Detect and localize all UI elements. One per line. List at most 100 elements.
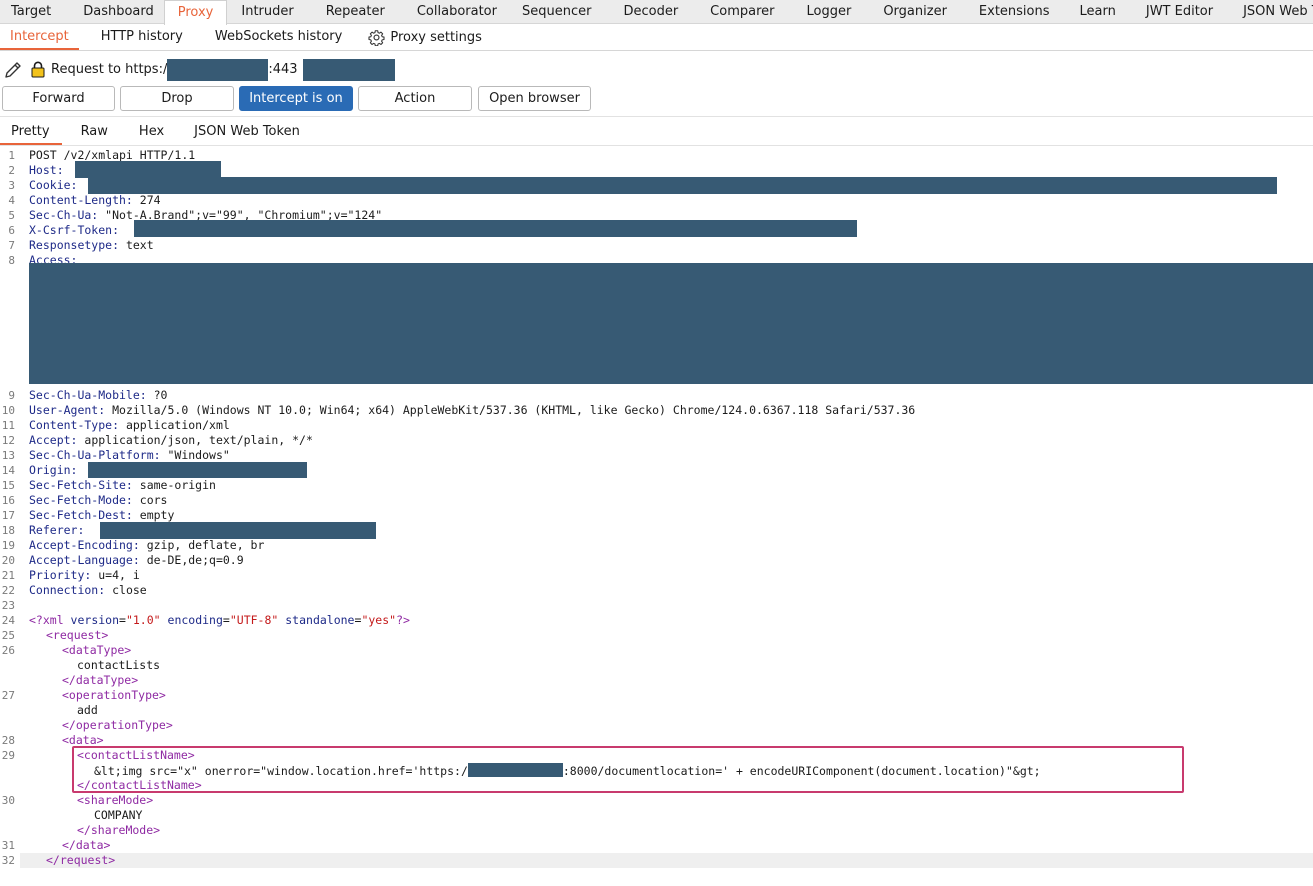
tab-jwt-editor[interactable]: JWT Editor <box>1127 0 1224 24</box>
header-key: Connection: <box>29 583 106 597</box>
header-key: Content-Length: <box>29 193 133 207</box>
xml-sharemode-close: </shareMode> <box>77 823 161 837</box>
header-key: Origin: <box>29 463 78 477</box>
drop-button[interactable]: Drop <box>120 86 234 111</box>
line-number: 16 <box>1 494 15 507</box>
tab-json-web-tokens[interactable]: JSON Web Tokens <box>1224 0 1313 24</box>
header-cookie: Cookie: <box>29 178 77 192</box>
tab-hex[interactable]: Hex <box>130 117 184 145</box>
header-key: Sec-Ch-Ua-Mobile: <box>29 388 147 402</box>
header-value: ?0 <box>146 388 168 402</box>
tab-sequencer[interactable]: Sequencer <box>508 0 602 24</box>
line-number: 23 <box>1 599 15 612</box>
xml-sharemode-value: COMPANY <box>94 808 143 822</box>
lock-icon <box>31 61 45 78</box>
line-number: 9 <box>8 389 15 402</box>
tab-collaborator[interactable]: Collaborator <box>396 0 508 24</box>
message-view-tabs: Pretty Raw Hex JSON Web Token <box>0 116 1313 146</box>
header-value: 274 <box>132 193 161 207</box>
header-origin: Origin: <box>29 463 77 477</box>
header-referer: Referer: <box>29 523 84 537</box>
pencil-icon[interactable] <box>3 60 23 80</box>
header-content-type: Content-Type: application/xml <box>29 418 230 432</box>
header-key: Priority: <box>29 568 92 582</box>
request-port: :443 <box>268 62 298 77</box>
header-key: X-Csrf-Token: <box>29 223 120 237</box>
header-value: text <box>119 238 154 252</box>
xml-data-open: <data> <box>62 733 104 747</box>
request-editor[interactable]: 1 2 3 4 5 6 7 8 9 10 11 12 13 14 15 16 1… <box>0 147 1313 886</box>
line-number: 19 <box>1 539 15 552</box>
tab-comparer[interactable]: Comparer <box>689 0 785 24</box>
tab-organizer[interactable]: Organizer <box>862 0 958 24</box>
line-number: 18 <box>1 524 15 537</box>
tab-target[interactable]: Target <box>0 0 62 24</box>
header-key: Cookie: <box>29 178 78 192</box>
tab-repeater[interactable]: Repeater <box>305 0 396 24</box>
action-button[interactable]: Action <box>358 86 472 111</box>
header-sec-fetch-mode: Sec-Fetch-Mode: cors <box>29 493 167 507</box>
header-accept-encoding: Accept-Encoding: gzip, deflate, br <box>29 538 264 552</box>
header-key: Sec-Fetch-Mode: <box>29 493 133 507</box>
line-number: 20 <box>1 554 15 567</box>
xml-operationtype-open: <operationType> <box>62 688 166 702</box>
top-tab-bar: Target Dashboard Proxy Intruder Repeater… <box>0 0 1313 25</box>
tab-pretty[interactable]: Pretty <box>0 117 62 145</box>
redacted-referer-value <box>100 522 376 539</box>
header-key: Sec-Ch-Ua-Platform: <box>29 448 161 462</box>
tab-intercept[interactable]: Intercept <box>0 24 79 50</box>
header-value: cors <box>132 493 168 507</box>
header-priority: Priority: u=4, i <box>29 568 140 582</box>
header-key: Host: <box>29 163 64 177</box>
line-number: 1 <box>8 149 15 162</box>
line-number: 25 <box>1 629 15 642</box>
forward-button[interactable]: Forward <box>2 86 115 111</box>
tab-http-history[interactable]: HTTP history <box>79 24 199 50</box>
tab-learn[interactable]: Learn <box>1061 0 1127 24</box>
gear-icon <box>368 29 385 46</box>
tab-websockets-history[interactable]: WebSockets history <box>199 24 342 50</box>
redacted-host-value <box>75 161 221 178</box>
request-line: POST /v2/xmlapi HTTP/1.1 <box>29 148 196 162</box>
header-key: Sec-Fetch-Dest: <box>29 508 133 522</box>
request-url-prefix: Request to https:/ <box>51 62 168 77</box>
tab-decoder[interactable]: Decoder <box>602 0 689 24</box>
line-number: 22 <box>1 584 15 597</box>
redacted-origin-value <box>88 462 307 478</box>
line-number: 13 <box>1 449 15 462</box>
header-accept-language: Accept-Language: de-DE,de;q=0.9 <box>29 553 244 567</box>
redacted-hostname <box>167 58 269 81</box>
intercept-toggle-button[interactable]: Intercept is on <box>239 86 353 111</box>
tab-extensions[interactable]: Extensions <box>958 0 1061 24</box>
xml-sharemode-open: <shareMode> <box>77 793 154 807</box>
line-number: 8 <box>8 254 15 267</box>
tab-dashboard[interactable]: Dashboard <box>62 0 164 24</box>
xml-data-close: </data> <box>62 838 111 852</box>
line-number: 2 <box>8 164 15 177</box>
header-host: Host: <box>29 163 64 177</box>
tab-proxy-settings[interactable]: Proxy settings <box>342 24 498 50</box>
line-number: 14 <box>1 464 15 477</box>
line-number: 10 <box>1 404 15 417</box>
line-number: 3 <box>8 179 15 192</box>
header-sec-fetch-site: Sec-Fetch-Site: same-origin <box>29 478 216 492</box>
tab-raw[interactable]: Raw <box>62 117 130 145</box>
line-number: 15 <box>1 479 15 492</box>
header-accept: Accept: application/json, text/plain, */… <box>29 433 313 447</box>
redacted-csrf-value <box>134 220 857 237</box>
line-number: 26 <box>1 644 15 657</box>
line-number: 11 <box>1 419 15 432</box>
header-value: empty <box>132 508 175 522</box>
line-number: 6 <box>8 224 15 237</box>
redacted-ip <box>302 58 395 81</box>
xml-datatype-close: </dataType> <box>62 673 139 687</box>
tab-proxy[interactable]: Proxy <box>163 0 228 25</box>
tab-logger[interactable]: Logger <box>786 0 863 24</box>
tab-intruder[interactable]: Intruder <box>227 0 304 24</box>
header-value: gzip, deflate, br <box>139 538 265 552</box>
open-browser-button[interactable]: Open browser <box>478 86 591 111</box>
header-key: Sec-Fetch-Site: <box>29 478 133 492</box>
tab-json-web-token[interactable]: JSON Web Token <box>184 117 316 145</box>
xml-operationtype-value: add <box>77 703 98 717</box>
header-content-length: Content-Length: 274 <box>29 193 161 207</box>
